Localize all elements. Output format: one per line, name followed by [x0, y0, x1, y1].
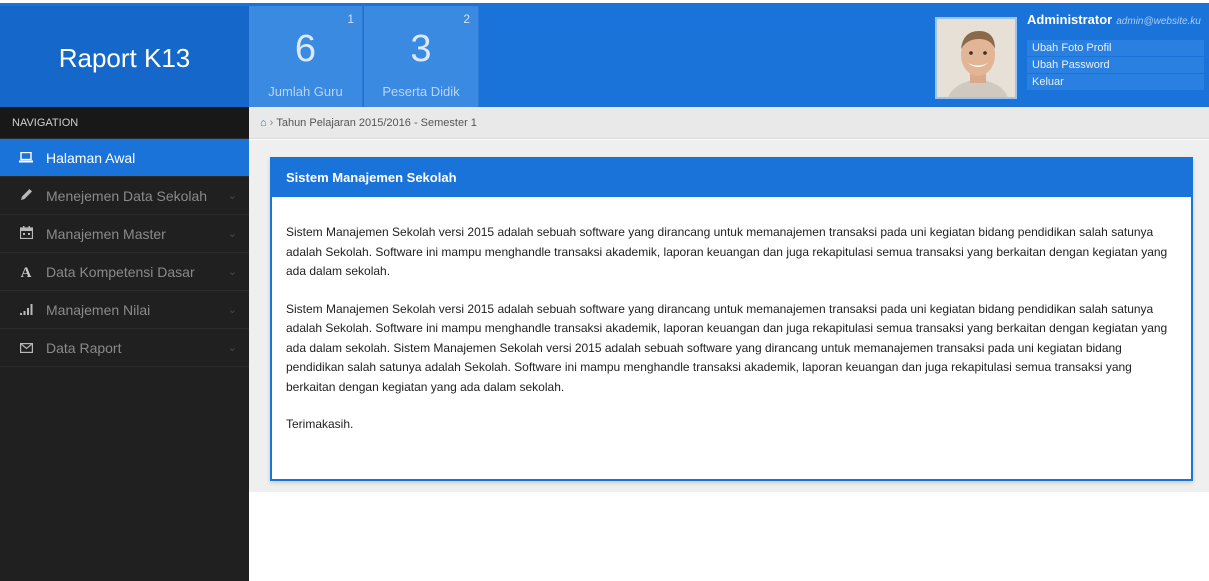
menu-ubah-password[interactable]: Ubah Password	[1027, 57, 1204, 73]
sidebar-item-label: Data Raport	[46, 340, 122, 356]
panel-body: Sistem Manajemen Sekolah versi 2015 adal…	[272, 197, 1191, 435]
user-photo-icon	[937, 19, 1015, 97]
sidebar-item-label: Data Kompetensi Dasar	[46, 264, 195, 280]
brand-logo[interactable]: Raport K13	[0, 6, 249, 110]
sidebar-item-menejemen-data-sekolah[interactable]: Menejemen Data Sekolah ⌄	[0, 177, 249, 215]
envelope-icon	[18, 330, 34, 368]
user-menu: Ubah Foto Profil Ubah Password Keluar	[1027, 40, 1204, 91]
user-name: Administrator admin@website.ku	[1027, 12, 1201, 27]
user-name-text: Administrator	[1027, 12, 1113, 27]
panel-paragraph: Terimakasih.	[286, 417, 354, 431]
stat-label: Jumlah Guru	[268, 84, 343, 99]
sidebar-item-halaman-awal[interactable]: Halaman Awal	[0, 139, 249, 177]
calendar-icon	[18, 216, 34, 254]
pencil-icon	[18, 178, 34, 216]
stat-index: 1	[347, 12, 354, 26]
menu-ubah-foto-profil[interactable]: Ubah Foto Profil	[1027, 40, 1204, 56]
stat-jumlah-guru[interactable]: 1 6 Jumlah Guru	[249, 6, 363, 110]
stat-peserta-didik[interactable]: 2 3 Peserta Didik	[364, 6, 479, 110]
sidebar-item-label: Menejemen Data Sekolah	[46, 188, 208, 204]
home-icon[interactable]: ⌂	[260, 117, 267, 129]
stat-index: 2	[463, 12, 470, 26]
panel-paragraph: Sistem Manajemen Sekolah versi 2015 adal…	[286, 301, 1168, 394]
top-header: Raport K13 1 6 Jumlah Guru 2 3 Peserta D…	[0, 0, 1209, 110]
user-email: admin@website.ku	[1116, 16, 1201, 27]
signal-icon	[18, 292, 34, 330]
menu-keluar[interactable]: Keluar	[1027, 74, 1204, 90]
chevron-down-icon: ⌄	[227, 228, 237, 240]
sidebar-item-manajemen-master[interactable]: Manajemen Master ⌄	[0, 215, 249, 253]
stat-value: 3	[410, 28, 432, 70]
sidebar: NAVIGATION Halaman Awal Menejemen Data S…	[0, 107, 249, 581]
stat-value: 6	[294, 28, 317, 70]
panel-title: Sistem Manajemen Sekolah	[272, 159, 1191, 197]
stat-label: Peserta Didik	[382, 84, 460, 99]
info-panel: Sistem Manajemen Sekolah Sistem Manajeme…	[270, 157, 1193, 481]
breadcrumb: ⌂ › Tahun Pelajaran 2015/2016 - Semester 1	[249, 107, 1209, 139]
chevron-right-icon: ›	[269, 117, 274, 129]
panel-paragraph: Sistem Manajemen Sekolah versi 2015 adal…	[286, 225, 1168, 278]
chevron-down-icon: ⌄	[227, 266, 237, 278]
breadcrumb-text: Tahun Pelajaran 2015/2016 - Semester 1	[276, 117, 477, 129]
nav-title: NAVIGATION	[0, 107, 249, 139]
chevron-down-icon: ⌄	[227, 304, 237, 316]
brand-title: Raport K13	[58, 42, 191, 73]
avatar[interactable]	[935, 17, 1017, 99]
laptop-icon	[18, 140, 34, 178]
font-icon: A	[20, 265, 32, 281]
chevron-down-icon: ⌄	[227, 342, 237, 354]
chevron-down-icon: ⌄	[227, 190, 237, 202]
sidebar-item-label: Manajemen Nilai	[46, 302, 151, 318]
sidebar-item-manajemen-nilai[interactable]: Manajemen Nilai ⌄	[0, 291, 249, 329]
sidebar-item-data-raport[interactable]: Data Raport ⌄	[0, 329, 249, 367]
sidebar-item-label: Halaman Awal	[46, 150, 136, 166]
sidebar-item-data-kompetensi-dasar[interactable]: A Data Kompetensi Dasar ⌄	[0, 253, 249, 291]
sidebar-item-label: Manajemen Master	[46, 226, 166, 242]
